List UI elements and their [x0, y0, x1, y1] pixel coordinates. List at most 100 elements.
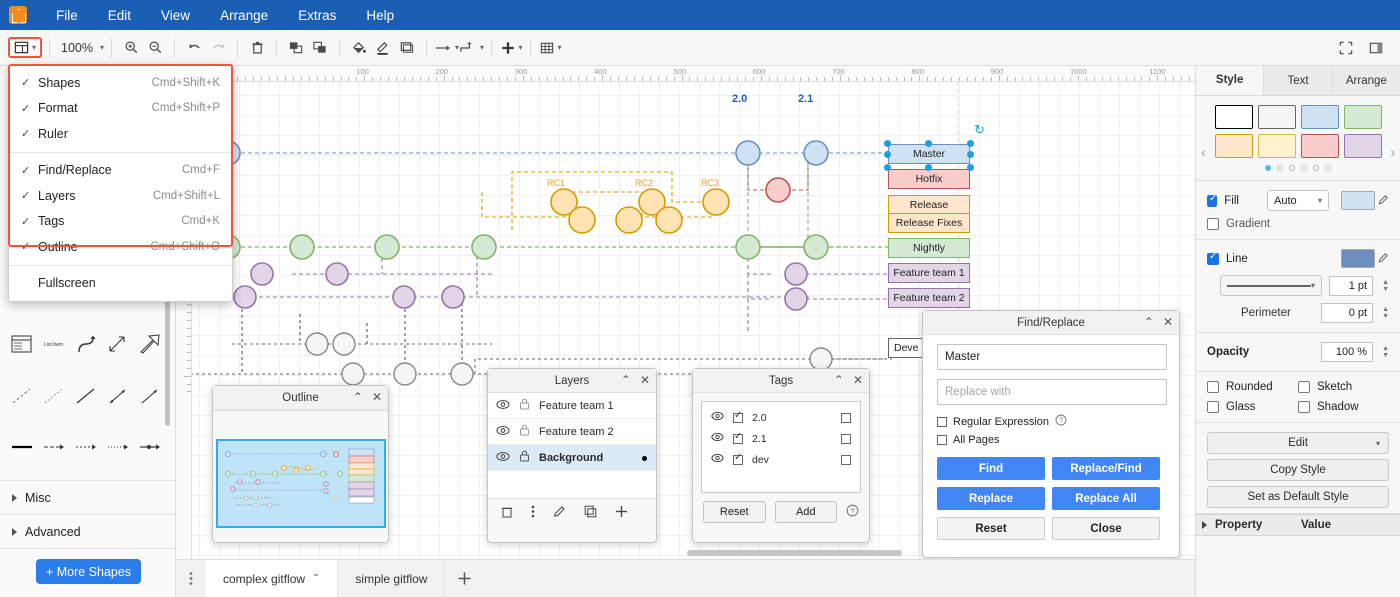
line-style-select[interactable]: ▾ [1220, 275, 1322, 296]
rounded-checkbox[interactable] [1207, 381, 1219, 393]
legend-release-fixes[interactable]: Release Fixes [888, 213, 970, 233]
redo-icon[interactable] [206, 36, 230, 60]
menu-extras[interactable]: Extras [283, 4, 351, 27]
connector-solid[interactable] [6, 431, 38, 463]
legend-nightly[interactable]: Nightly [888, 238, 970, 258]
line-color-icon[interactable] [371, 36, 395, 60]
zoom-out-icon[interactable] [143, 36, 167, 60]
eye-icon[interactable] [496, 399, 510, 413]
close-icon[interactable]: ✕ [372, 390, 382, 404]
insert-caret[interactable]: ▾ [519, 43, 523, 52]
find-reset-button[interactable]: Reset [937, 517, 1045, 540]
chevron-up-icon[interactable]: ⌃ [834, 373, 844, 387]
find-close-button[interactable]: Close [1052, 517, 1160, 540]
shape-list-item[interactable]: List Item [38, 328, 70, 360]
regex-option[interactable]: Regular Expression ? [937, 414, 1179, 429]
shadow-checkbox[interactable] [1298, 401, 1310, 413]
swatch-orange[interactable] [1215, 134, 1253, 158]
selection-handle[interactable] [967, 151, 974, 158]
rotate-handle-icon[interactable]: ↻ [974, 122, 985, 138]
replace-all-button[interactable]: Replace All [1052, 487, 1160, 510]
swatch-gray[interactable] [1258, 105, 1296, 129]
glass-option[interactable]: Glass [1207, 401, 1298, 413]
all-pages-option[interactable]: All Pages [937, 434, 1179, 446]
edit-layer-icon[interactable] [553, 505, 566, 521]
page-dot[interactable] [1325, 165, 1331, 171]
shapes-section-misc[interactable]: Misc [0, 480, 176, 514]
chevron-up-icon[interactable]: ⌃ [1144, 315, 1154, 329]
zoom-in-icon[interactable] [119, 36, 143, 60]
view-menu-item-find-replace[interactable]: ✓ Find/Replace Cmd+F [9, 158, 232, 184]
fullscreen-icon[interactable] [1334, 36, 1358, 60]
all-pages-checkbox[interactable] [937, 435, 947, 445]
page-dot[interactable] [1277, 165, 1283, 171]
glass-checkbox[interactable] [1207, 401, 1219, 413]
layer-row[interactable]: Feature team 1 [488, 393, 656, 419]
tag-select-checkbox[interactable] [841, 434, 851, 444]
menu-edit[interactable]: Edit [93, 4, 146, 27]
page-tab-complex-gitflow[interactable]: complex gitflow ⌃ [206, 560, 338, 597]
swatch-blue[interactable] [1301, 105, 1339, 129]
legend-feature-team-1[interactable]: Feature team 1 [888, 263, 970, 283]
page-dot[interactable] [1313, 165, 1319, 171]
fill-color-icon[interactable] [347, 36, 371, 60]
line-dashed[interactable] [6, 380, 38, 412]
view-menu-item-fullscreen[interactable]: Fullscreen [9, 271, 232, 297]
shadow-option[interactable]: Shadow [1298, 401, 1389, 413]
set-default-style-button[interactable]: Set as Default Style [1207, 486, 1389, 508]
zoom-caret[interactable]: ▾ [100, 43, 104, 52]
layer-options-icon[interactable] [531, 505, 535, 521]
tag-row[interactable]: 2.0 [702, 407, 860, 428]
shape-curved-arrow[interactable] [70, 328, 102, 360]
add-layer-icon[interactable] [615, 505, 628, 521]
tag-visible-checkbox[interactable] [733, 413, 743, 423]
to-back-icon[interactable] [308, 36, 332, 60]
legend-release[interactable]: Release [888, 195, 970, 215]
tag-select-checkbox[interactable] [841, 413, 851, 423]
line-plain[interactable] [70, 380, 102, 412]
chevron-right-icon[interactable]: › [1390, 144, 1395, 160]
swatch-green[interactable] [1344, 105, 1382, 129]
tag-select-checkbox[interactable] [841, 455, 851, 465]
selection-handle[interactable] [925, 164, 932, 171]
tab-arrange[interactable]: Arrange [1333, 66, 1400, 95]
waypoints-icon[interactable]: ▾ [459, 36, 484, 60]
view-menu-item-ruler[interactable]: ✓ Ruler [9, 121, 232, 147]
connector-dashed-arrow[interactable] [70, 431, 102, 463]
delete-layer-icon[interactable] [501, 505, 513, 521]
chevron-left-icon[interactable]: ‹ [1201, 144, 1206, 160]
close-icon[interactable]: ✕ [1163, 315, 1173, 329]
selection-handle[interactable] [925, 140, 932, 147]
line-dotted[interactable] [38, 380, 70, 412]
connector-arrow[interactable] [38, 431, 70, 463]
view-menu-item-shapes[interactable]: ✓ Shapes Cmd+Shift+K [9, 70, 232, 96]
delete-icon[interactable] [245, 36, 269, 60]
undo-icon[interactable] [182, 36, 206, 60]
swatch-purple[interactable] [1344, 134, 1382, 158]
edit-style-button[interactable]: Edit ▾ [1207, 432, 1389, 454]
lock-icon[interactable] [519, 450, 530, 465]
tags-reset-button[interactable]: Reset [703, 501, 766, 523]
tag-row[interactable]: 2.1 [702, 428, 860, 449]
swatch-white[interactable] [1215, 105, 1253, 129]
view-menu-item-tags[interactable]: ✓ Tags Cmd+K [9, 209, 232, 235]
fill-color-button[interactable] [1341, 191, 1375, 210]
shape-list[interactable] [6, 328, 38, 360]
lock-icon[interactable] [519, 398, 530, 413]
rounded-option[interactable]: Rounded [1207, 381, 1298, 393]
menu-file[interactable]: File [41, 4, 93, 27]
chevron-up-icon[interactable]: ⌃ [312, 573, 320, 584]
opacity-field[interactable]: 100 % [1321, 342, 1373, 362]
line-width-stepper[interactable]: ▲▼ [1382, 279, 1389, 293]
perimeter-field[interactable]: 0 pt [1321, 303, 1373, 323]
view-menu-item-layers[interactable]: ✓ Layers Cmd+Shift+L [9, 183, 232, 209]
sketch-option[interactable]: Sketch [1298, 381, 1389, 393]
menu-view[interactable]: View [146, 4, 205, 27]
menu-help[interactable]: Help [351, 4, 409, 27]
canvas-horizontal-scrollbar[interactable] [687, 550, 902, 556]
shape-block-arrow[interactable] [134, 328, 166, 360]
line-width-field[interactable]: 1 pt [1329, 276, 1373, 296]
tab-style[interactable]: Style [1196, 66, 1264, 95]
find-button[interactable]: Find [937, 457, 1045, 480]
page-tab-simple-gitflow[interactable]: simple gitflow [338, 560, 445, 597]
